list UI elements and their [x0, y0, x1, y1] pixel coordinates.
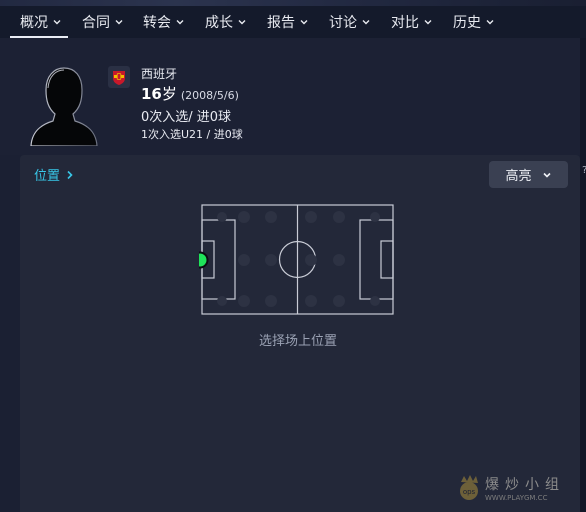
right-edge-strip [580, 38, 586, 512]
spain-flag-icon [108, 66, 130, 88]
position-link[interactable]: 位置 [34, 165, 74, 184]
tab-label: 成长 [205, 15, 233, 31]
watermark-url: WWW.PLAYGM.CC [485, 494, 548, 502]
senior-caps: 0次入选/ 进0球 [141, 110, 232, 125]
chevron-down-icon [362, 20, 370, 25]
age-unit: 岁 [161, 85, 177, 103]
chevron-down-icon [300, 20, 308, 25]
chevron-right-icon [67, 170, 73, 179]
chevron-down-icon [542, 172, 551, 178]
chevron-down-icon [53, 20, 61, 25]
player-age: 16岁 (2008/5/6) [141, 83, 239, 104]
tab-label: 报告 [267, 15, 295, 31]
age-value: 16 [141, 85, 162, 103]
nav-glow [0, 0, 586, 6]
tab-discussion[interactable]: 讨论 [329, 10, 371, 34]
chevron-down-icon [486, 20, 494, 25]
chevron-down-icon [176, 20, 184, 25]
chevron-down-icon [424, 20, 432, 25]
position-pitch[interactable] [199, 203, 396, 317]
highlight-label: 高亮 [505, 169, 532, 184]
tab-transfer[interactable]: 转会 [143, 10, 185, 34]
tab-label: 讨论 [329, 15, 357, 31]
player-nationality: 西班牙 [141, 67, 178, 81]
player-silhouette-icon [30, 67, 98, 146]
tab-history[interactable]: 历史 [453, 10, 495, 34]
tab-label: 概况 [20, 15, 48, 31]
tab-overview[interactable]: 概况 [10, 10, 68, 38]
position-link-label: 位置 [34, 169, 61, 184]
tab-development[interactable]: 成长 [205, 10, 247, 34]
goalkeeper-position-marker[interactable] [199, 251, 209, 269]
tab-compare[interactable]: 对比 [391, 10, 433, 34]
chevron-down-icon [115, 20, 123, 25]
tab-contract[interactable]: 合同 [82, 10, 124, 34]
tab-reports[interactable]: 报告 [267, 10, 309, 34]
help-icon[interactable]: ? [582, 165, 586, 176]
chevron-down-icon [238, 20, 246, 25]
tab-label: 转会 [143, 15, 171, 31]
highlight-dropdown[interactable]: 高亮 [489, 161, 568, 188]
tab-label: 对比 [391, 15, 419, 31]
watermark-text: 爆炒小组 [485, 477, 565, 493]
top-nav: 概况 合同 转会 成长 报告 讨论 对比 历史 [0, 0, 586, 39]
tab-label: 合同 [82, 15, 110, 31]
site-watermark: ops 爆炒小组 WWW.PLAYGM.CC [460, 475, 565, 502]
tab-label: 历史 [453, 15, 481, 31]
select-position-hint: 选择场上位置 [258, 334, 337, 349]
svg-text:ops: ops [463, 488, 476, 496]
u21-caps: 1次入选U21 / 进0球 [141, 128, 243, 141]
date-of-birth: (2008/5/6) [180, 89, 239, 102]
